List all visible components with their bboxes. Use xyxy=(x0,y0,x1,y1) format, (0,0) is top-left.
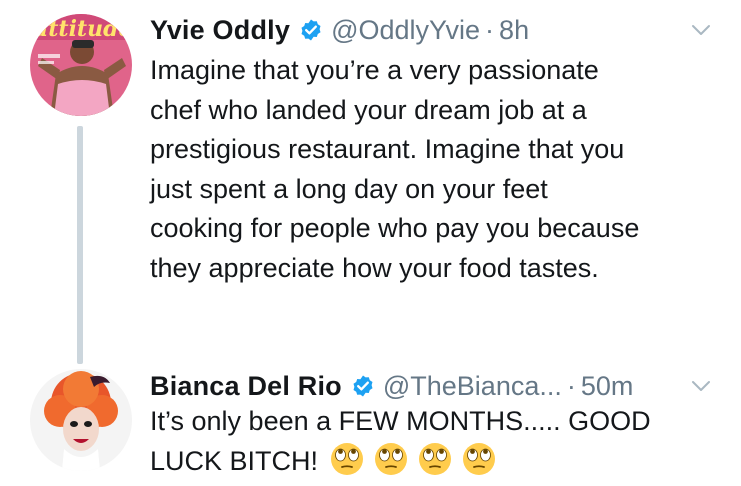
tweet-text: It’s only been a FEW MONTHS..... GOOD LU… xyxy=(150,402,720,481)
user-handle[interactable]: @TheBianca... xyxy=(383,371,562,402)
chevron-down-icon[interactable] xyxy=(689,374,713,398)
separator-dot: · xyxy=(566,370,576,401)
face-with-rolling-eyes-icon xyxy=(331,442,364,475)
face-with-rolling-eyes-icon xyxy=(375,442,408,475)
tweet-text-line: they appreciate how your food tastes. xyxy=(150,252,599,283)
emoji-row xyxy=(328,442,498,476)
tweet-header: Bianca Del Rio @TheBianca... · 50m xyxy=(150,366,717,406)
display-name[interactable]: Bianca Del Rio xyxy=(150,371,342,402)
tweet-text-line: prestigious restaurant. Imagine that you xyxy=(150,134,625,164)
magazine-logo: attitude xyxy=(34,16,132,42)
tweet-text-line: cooking for people who pay you because xyxy=(150,213,640,243)
user-handle[interactable]: @OddlyYvie xyxy=(331,15,480,46)
tweet-text-line: Imagine that you’re a very passionate xyxy=(150,55,599,85)
tweet-text-line: just spent a long day on your feet xyxy=(150,173,548,204)
timestamp[interactable]: 50m xyxy=(581,371,634,402)
separator-dot: · xyxy=(485,14,495,45)
tweet-header: Yvie Oddly @OddlyYvie · 8h xyxy=(150,10,717,50)
verified-badge-icon xyxy=(301,19,321,41)
timestamp[interactable]: 8h xyxy=(499,15,529,46)
tweet-text-line: LUCK BITCH! xyxy=(150,445,319,476)
tweet-yvie-oddly[interactable]: attitude Yvie Oddly @OddlyYvie · 8h Imag… xyxy=(0,0,741,364)
tweet-text-line: It’s only been a FEW MONTHS..... GOOD xyxy=(150,406,651,436)
tweet-text: Imagine that you’re a very passionate ch… xyxy=(150,51,720,288)
tweet-text-line: chef who landed your dream job at a xyxy=(150,94,587,125)
face-with-rolling-eyes-icon xyxy=(463,442,496,475)
thread-connector-line xyxy=(77,126,83,364)
avatar-bianca-del-rio[interactable] xyxy=(30,369,132,471)
face-with-rolling-eyes-icon xyxy=(419,442,452,475)
tweet-text-line-with-emoji: LUCK BITCH! xyxy=(150,442,720,482)
chevron-down-icon[interactable] xyxy=(689,18,713,42)
verified-badge-icon xyxy=(353,375,373,397)
tweet-bianca-del-rio[interactable]: Bianca Del Rio @TheBianca... · 50m It’s … xyxy=(0,360,741,486)
avatar-yvie-oddly[interactable]: attitude xyxy=(30,14,132,116)
display-name[interactable]: Yvie Oddly xyxy=(150,15,290,46)
